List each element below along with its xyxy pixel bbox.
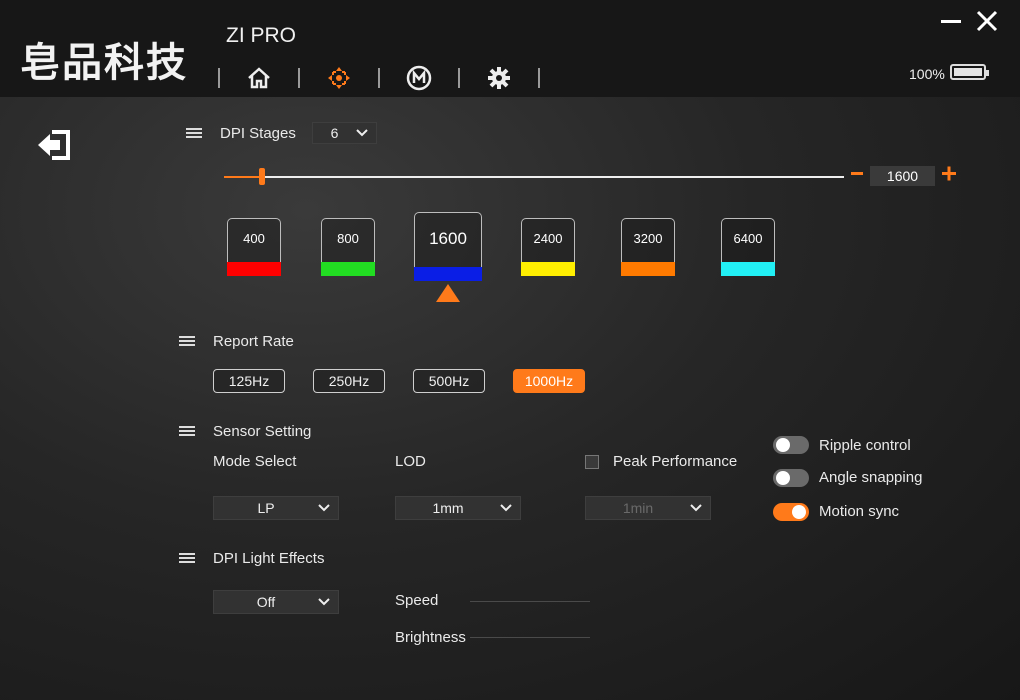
- dpi-stage-color-bar: [521, 262, 575, 276]
- dpi-stage-value: 1600: [429, 229, 467, 248]
- peak-performance-checkbox[interactable]: [585, 455, 599, 469]
- lod-dropdown[interactable]: 1mm: [395, 496, 521, 520]
- dpi-stages-label: DPI Stages: [220, 125, 296, 142]
- light-effect-dropdown[interactable]: Off: [213, 590, 339, 614]
- light-effect-value: Off: [256, 594, 276, 610]
- chevron-down-icon: [356, 129, 368, 137]
- brightness-label: Brightness: [395, 629, 466, 646]
- main-nav: [218, 62, 540, 94]
- report-rate-label: Report Rate: [213, 333, 294, 350]
- dpi-stages-count-select[interactable]: 6: [312, 122, 377, 144]
- list-icon: [179, 336, 195, 347]
- speed-label: Speed: [395, 592, 439, 609]
- battery-icon: [950, 64, 989, 80]
- report-rate-1000-button[interactable]: 1000Hz: [513, 369, 585, 393]
- angle-snapping-label: Angle snapping: [819, 469, 923, 486]
- dpi-stage-value: 6400: [733, 231, 763, 246]
- report-rate-250-button[interactable]: 250Hz: [313, 369, 385, 393]
- settings-icon[interactable]: [460, 62, 538, 94]
- dpi-stage-2400[interactable]: 2400: [521, 218, 575, 276]
- list-icon: [186, 128, 202, 139]
- lod-label: LOD: [395, 453, 426, 470]
- chevron-down-icon: [318, 504, 330, 512]
- close-icon[interactable]: [975, 8, 999, 41]
- dpi-stage-value: 400: [243, 231, 265, 246]
- sensor-setting-label: Sensor Setting: [213, 423, 312, 440]
- dpi-slider-fill: [224, 176, 262, 178]
- list-icon: [179, 426, 195, 437]
- mode-select-label: Mode Select: [213, 453, 297, 470]
- battery-percentage: 100%: [909, 66, 945, 82]
- angle-snapping-toggle[interactable]: [773, 469, 809, 487]
- peak-performance-value: 1min: [622, 500, 654, 516]
- dpi-stages-count-value: 6: [330, 125, 339, 141]
- dpi-stage-value: 3200: [633, 231, 663, 246]
- report-rate-125-button[interactable]: 125Hz: [213, 369, 285, 393]
- macro-icon[interactable]: [380, 62, 458, 94]
- dpi-stage-1600[interactable]: 1600: [414, 212, 482, 281]
- dpi-stage-value: 2400: [533, 231, 563, 246]
- title-bar: 皂品科技 ZI PRO 100%: [0, 0, 1020, 97]
- dpi-stage-value: 800: [337, 231, 359, 246]
- brand-logo: 皂品科技: [20, 40, 188, 86]
- lod-value: 1mm: [432, 500, 464, 516]
- dpi-light-effects-label: DPI Light Effects: [213, 550, 325, 567]
- dpi-icon[interactable]: [300, 62, 378, 94]
- dpi-stage-3200[interactable]: 3200: [621, 218, 675, 276]
- dpi-stage-color-bar: [321, 262, 375, 276]
- chevron-down-icon: [318, 598, 330, 606]
- report-rate-500-button[interactable]: 500Hz: [413, 369, 485, 393]
- dpi-decrease-button[interactable]: [850, 161, 864, 191]
- chevron-down-icon: [690, 504, 702, 512]
- dpi-slider-track[interactable]: [224, 176, 844, 178]
- dpi-stage-6400[interactable]: 6400: [721, 218, 775, 276]
- dpi-stage-color-bar: [227, 262, 281, 276]
- ripple-control-toggle[interactable]: [773, 436, 809, 454]
- ripple-control-label: Ripple control: [819, 437, 911, 454]
- dpi-slider-thumb[interactable]: [259, 168, 265, 185]
- nav-divider: [538, 68, 540, 88]
- dpi-stage-800[interactable]: 800: [321, 218, 375, 276]
- brightness-slider[interactable]: [470, 637, 590, 638]
- dpi-stage-color-bar: [721, 262, 775, 276]
- motion-sync-toggle[interactable]: [773, 503, 809, 521]
- mode-select-dropdown[interactable]: LP: [213, 496, 339, 520]
- minimize-icon[interactable]: [940, 8, 962, 41]
- home-icon[interactable]: [220, 62, 298, 94]
- motion-sync-label: Motion sync: [819, 503, 900, 520]
- speed-slider[interactable]: [470, 601, 590, 602]
- dpi-stage-color-bar: [414, 267, 482, 281]
- selected-stage-indicator: [436, 284, 460, 302]
- chevron-down-icon: [500, 504, 512, 512]
- dpi-stage-color-bar: [621, 262, 675, 276]
- list-icon: [179, 553, 195, 564]
- dpi-increase-button[interactable]: [941, 161, 957, 191]
- dpi-value-field[interactable]: 1600: [870, 166, 935, 186]
- dpi-stage-400[interactable]: 400: [227, 218, 281, 276]
- device-model-name: ZI PRO: [226, 24, 297, 47]
- mode-select-value: LP: [257, 500, 275, 516]
- peak-performance-label: Peak Performance: [613, 453, 738, 470]
- peak-performance-dropdown[interactable]: 1min: [585, 496, 711, 520]
- back-icon[interactable]: [36, 128, 74, 167]
